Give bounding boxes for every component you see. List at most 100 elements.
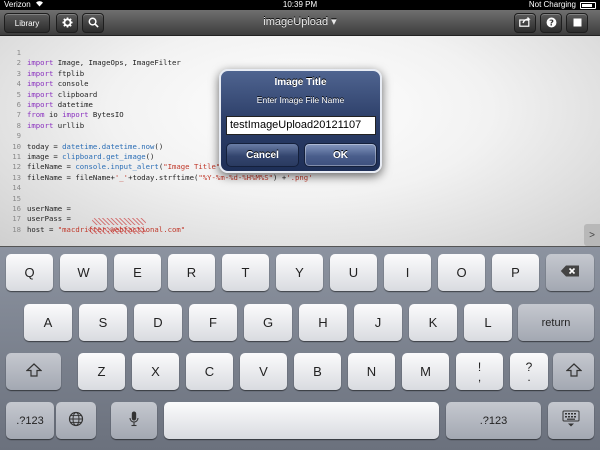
ok-button[interactable]: OK: [304, 143, 377, 167]
key-exclaim-comma[interactable]: ! ,: [456, 353, 503, 390]
key-q[interactable]: Q: [6, 254, 53, 291]
share-button[interactable]: [514, 13, 536, 33]
key-z[interactable]: Z: [78, 353, 125, 390]
numbers-key-right[interactable]: .?123: [446, 402, 541, 439]
image-title-alert: Image Title Enter Image File Name testIm…: [219, 69, 382, 173]
battery-status-label: Not Charging: [528, 0, 576, 9]
key-g[interactable]: G: [244, 304, 292, 341]
line-number: 9: [16, 131, 21, 141]
line-number: 1: [16, 48, 21, 57]
shift-icon: [564, 363, 583, 380]
code-text: import clipboard: [27, 89, 98, 99]
help-button[interactable]: ?: [540, 13, 562, 33]
line-number: 3: [16, 68, 21, 78]
status-bar: Verizon 10:39 PM Not Charging: [0, 0, 600, 10]
expand-arrow-icon[interactable]: >: [584, 224, 600, 246]
clock: 10:39 PM: [282, 0, 318, 9]
key-x[interactable]: X: [132, 353, 179, 390]
share-icon: [519, 17, 531, 29]
dictation-key[interactable]: [111, 402, 157, 439]
return-key[interactable]: return: [518, 304, 594, 341]
image-name-input[interactable]: testImageUpload20121107: [226, 116, 376, 135]
backspace-icon: [560, 265, 580, 280]
line-number: 4: [16, 79, 21, 89]
line-number: 11: [12, 152, 21, 161]
code-text: import ftplib: [27, 68, 85, 78]
line-number: 8: [16, 120, 21, 130]
line-number: 2: [16, 58, 21, 68]
code-text: today = datetime.datetime.now(): [27, 141, 164, 151]
key-j[interactable]: J: [354, 304, 402, 341]
key-m[interactable]: M: [402, 353, 449, 390]
svg-text:?: ?: [549, 17, 554, 27]
line-number: 12: [12, 162, 21, 172]
key-period-label: .: [527, 369, 531, 384]
file-title-menu[interactable]: imageUpload ▾: [0, 15, 600, 28]
code-text: userPass =: [27, 214, 76, 224]
keyboard: Q W E R T Y U I O P A S D F G H J K L re…: [0, 246, 600, 450]
code-text: from io import BytesIO: [27, 110, 124, 120]
code-text: import urllib: [27, 120, 85, 130]
key-h[interactable]: H: [299, 304, 347, 341]
numbers-key-right-label: .?123: [479, 414, 508, 427]
toolbar: Library imageUpload ▾ ?: [0, 10, 600, 36]
key-o[interactable]: O: [438, 254, 485, 291]
hide-keyboard-key[interactable]: [548, 402, 594, 439]
cancel-button[interactable]: Cancel: [226, 143, 299, 167]
code-text: import console: [27, 79, 89, 89]
alert-message: Enter Image File Name: [256, 95, 345, 105]
key-p[interactable]: P: [492, 254, 539, 291]
key-c[interactable]: C: [186, 353, 233, 390]
key-v[interactable]: V: [240, 353, 287, 390]
globe-key[interactable]: [56, 402, 96, 439]
shift-key-right[interactable]: [553, 353, 594, 390]
line-number: 17: [12, 214, 21, 224]
return-key-label: return: [541, 316, 571, 329]
line-number: 18: [12, 224, 21, 234]
space-key[interactable]: [164, 402, 439, 439]
key-s[interactable]: S: [79, 304, 127, 341]
key-f[interactable]: F: [189, 304, 237, 341]
key-n[interactable]: N: [348, 353, 395, 390]
line-number: 10: [12, 141, 21, 151]
alert-title: Image Title: [274, 77, 327, 88]
key-y[interactable]: Y: [276, 254, 323, 291]
shift-icon: [24, 363, 43, 380]
stop-icon: [573, 18, 582, 29]
line-number: 14: [12, 183, 21, 193]
key-u[interactable]: U: [330, 254, 377, 291]
help-icon: ?: [546, 17, 557, 30]
code-text: userName =: [27, 204, 76, 213]
key-d[interactable]: D: [134, 304, 182, 341]
microphone-icon: [129, 411, 139, 430]
key-t[interactable]: T: [222, 254, 269, 291]
line-number: 13: [12, 172, 21, 182]
redacted-password: [88, 227, 146, 234]
line-number: 6: [16, 100, 21, 109]
redacted-username: [92, 218, 146, 225]
numbers-key-left[interactable]: .?123: [6, 402, 54, 439]
line-number: 5: [16, 89, 21, 99]
line-number: 7: [16, 110, 21, 120]
backspace-key[interactable]: [546, 254, 594, 291]
shift-key-left[interactable]: [6, 353, 61, 390]
key-b[interactable]: B: [294, 353, 341, 390]
key-comma-label: ,: [477, 369, 482, 384]
hide-keyboard-icon: [562, 410, 580, 431]
key-w[interactable]: W: [60, 254, 107, 291]
stop-button[interactable]: [566, 13, 588, 33]
key-i[interactable]: I: [384, 254, 431, 291]
key-question-period[interactable]: ? .: [510, 353, 548, 390]
key-a[interactable]: A: [24, 304, 72, 341]
code-text: import datetime: [27, 100, 93, 109]
key-r[interactable]: R: [168, 254, 215, 291]
line-number: 16: [12, 204, 21, 213]
key-e[interactable]: E: [114, 254, 161, 291]
code-text: fileName = fileName+'_'+today.strftime("…: [27, 172, 313, 182]
battery-icon: [580, 2, 596, 9]
code-text: image = clipboard.get_image(): [27, 152, 155, 161]
numbers-key-label: .?123: [16, 414, 44, 427]
globe-icon: [68, 411, 84, 430]
key-l[interactable]: L: [464, 304, 512, 341]
key-k[interactable]: K: [409, 304, 457, 341]
